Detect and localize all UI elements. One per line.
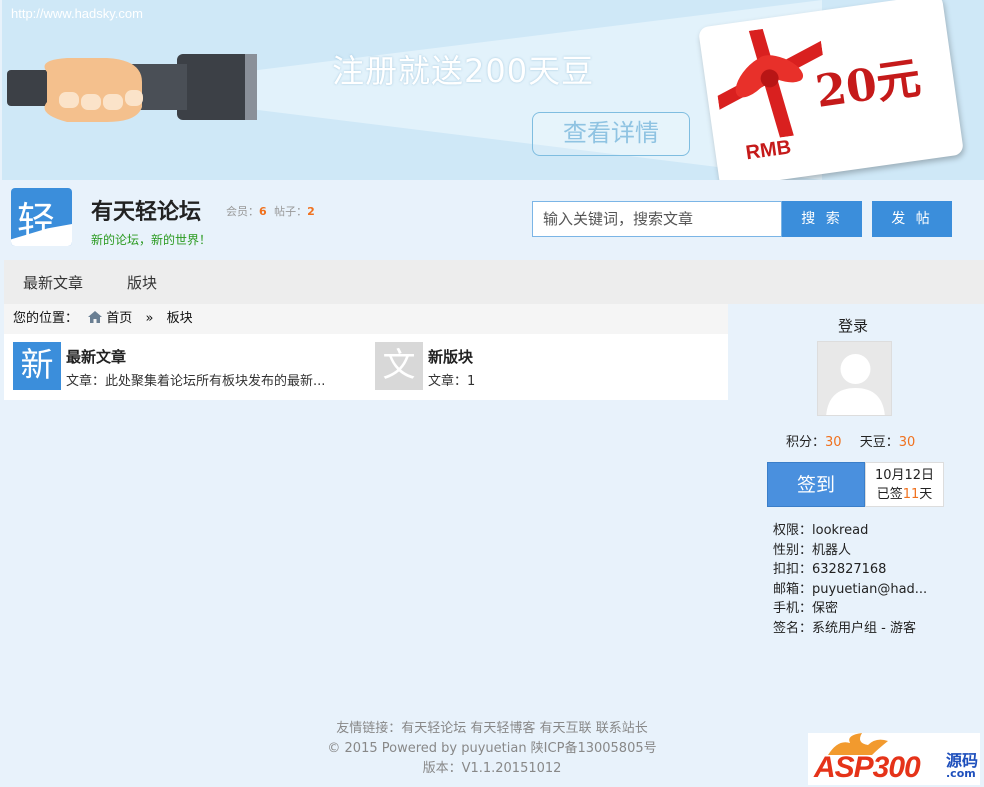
nav-item-boards[interactable]: 版块 [127,272,157,293]
new-post-button[interactable]: 发 帖 [872,201,952,237]
profile-phone: 手机：保密 [773,601,839,616]
search-button[interactable]: 搜 索 [782,201,862,237]
nav-item-latest[interactable]: 最新文章 [23,272,83,293]
main-nav: 最新文章 版块 [4,260,984,304]
site-slogan: 新的论坛，新的世界！ [91,233,212,247]
flashlight-icon [7,54,257,122]
watermark-logo: ASP300 源码 .com [808,733,980,785]
breadcrumb: 您的位置： 首页 » 板块 [4,304,728,334]
board-icon: 文 [375,342,423,390]
board-icon: 新 [13,342,61,390]
breadcrumb-current[interactable]: 板块 [167,311,193,326]
profile-signature: 签名：系统用户组 - 游客 [773,620,916,636]
banner-url: http://www.hadsky.com [11,6,143,21]
user-silhouette-icon [826,354,885,415]
profile-email: 邮箱：puyuetian@had... [773,581,928,597]
board-title[interactable]: 最新文章 [66,346,126,367]
card-currency: RMB [744,136,793,165]
board-item[interactable]: 文 新版块 文章：1 [366,342,726,392]
watermark-text: ASP300 [814,751,921,784]
breadcrumb-separator: » [145,311,154,326]
breadcrumb-home[interactable]: 首页 [106,311,132,326]
sign-in-status: 10月12日 已签11天 [865,462,944,507]
site-title[interactable]: 有天轻论坛 [91,194,201,226]
board-desc: 文章：1 [428,374,476,389]
search-input[interactable]: 输入关键词，搜索文章 [532,201,782,237]
site-logo[interactable]: 轻 [11,188,72,246]
login-link[interactable]: 登录 [838,315,868,336]
user-profile: 权限：lookread 性别：机器人 扣扣：632827168 邮箱：puyue… [773,521,927,638]
avatar[interactable] [817,341,892,416]
promo-text: 注册就送200天豆 [332,52,595,90]
home-icon [88,311,103,323]
points-value: 30 [825,435,842,450]
board-title[interactable]: 新版块 [428,346,473,367]
board-list: 新 最新文章 文章：此处聚集着论坛所有板块发布的最新... 文 新版块 文章：1 [4,334,728,400]
promo-banner[interactable]: http://www.hadsky.com 注册就送200天豆 查看详情 20元… [2,0,984,180]
posts-count: 2 [307,205,315,218]
site-stats: 会员：6 帖子：2 [226,203,315,219]
view-details-button[interactable]: 查看详情 [532,112,690,156]
gift-card: 20元 RMB [697,0,965,180]
breadcrumb-prefix: 您的位置： [13,311,79,326]
watermark-com: .com [946,767,976,780]
profile-permission: 权限：lookread [773,523,869,538]
card-amount: 20元 [812,52,924,118]
signed-days: 已签11天 [876,487,933,502]
members-label: 会员： [226,205,259,218]
members-count: 6 [259,205,267,218]
posts-label: 帖子： [274,205,308,218]
beans-value: 30 [898,435,916,450]
board-desc: 文章：此处聚集着论坛所有板块发布的最新... [66,374,326,389]
profile-gender: 性别：机器人 [773,542,852,558]
profile-qq: 扣扣：632827168 [773,562,887,577]
beans-label: 天豆： [859,435,899,450]
sign-date: 10月12日 [874,468,935,483]
user-points: 积分：30 天豆：30 [786,431,915,450]
board-item[interactable]: 新 最新文章 文章：此处聚集着论坛所有板块发布的最新... [4,342,364,392]
points-label: 积分： [786,435,826,450]
sign-in-button[interactable]: 签到 [767,462,865,507]
